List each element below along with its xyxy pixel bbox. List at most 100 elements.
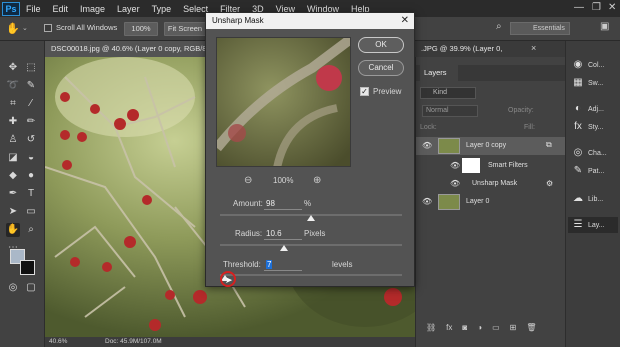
zoom-out-icon[interactable]: ⊖ bbox=[244, 175, 252, 186]
new-layer-icon[interactable]: ⊞ bbox=[510, 323, 517, 335]
fit-screen-button[interactable]: Fit Screen bbox=[164, 22, 206, 36]
background-color-swatch[interactable] bbox=[20, 260, 35, 275]
radius-slider-thumb[interactable] bbox=[279, 245, 288, 251]
tab-active-document[interactable]: DSC00018.jpg @ 40.6% (Layer 0 copy, RGB/… bbox=[45, 41, 205, 57]
marquee-tool-icon[interactable]: ⬚ bbox=[24, 61, 38, 75]
preview-checkbox[interactable]: ✓ bbox=[360, 87, 369, 96]
panel-channels[interactable]: ◎ Cha... bbox=[572, 145, 607, 161]
quick-mask-icon[interactable]: ◎ bbox=[6, 281, 20, 295]
cancel-button[interactable]: Cancel bbox=[358, 60, 404, 76]
layer-style-icon[interactable]: fx bbox=[446, 323, 452, 335]
eraser-tool-icon[interactable]: ◪ bbox=[6, 151, 20, 165]
link-layers-icon[interactable]: ⛓ bbox=[426, 323, 436, 335]
dialog-title: Unsharp Mask bbox=[212, 16, 264, 25]
amount-input[interactable]: 98 bbox=[264, 198, 302, 210]
type-tool-icon[interactable]: T bbox=[24, 187, 38, 201]
tab-other-document[interactable]: .JPG @ 39.9% (Layer 0, bbox=[415, 41, 540, 57]
menu-file[interactable]: File bbox=[20, 4, 47, 14]
visibility-eye-icon[interactable]: 👁 bbox=[422, 197, 432, 206]
panel-layers[interactable]: ☰ Lay... bbox=[568, 217, 618, 233]
panel-label: Lib... bbox=[588, 195, 604, 203]
scroll-all-windows-checkbox[interactable] bbox=[44, 24, 52, 32]
tab-layers[interactable]: Layers bbox=[420, 65, 458, 81]
color-icon: ◉ bbox=[573, 59, 583, 70]
layer-filter-kind[interactable]: Kind bbox=[420, 87, 476, 99]
menu-layer[interactable]: Layer bbox=[111, 4, 146, 14]
brush-tool-icon[interactable]: ✏ bbox=[24, 115, 38, 129]
layers-icon: ☰ bbox=[573, 219, 583, 230]
adjustment-layer-icon[interactable]: ◑ bbox=[477, 323, 482, 335]
fill-label: Fill: bbox=[524, 124, 535, 131]
panel-swatches[interactable]: ▦ Sw... bbox=[572, 75, 603, 91]
ok-button[interactable]: OK bbox=[358, 37, 404, 53]
workspace-switcher[interactable]: Essentials bbox=[510, 22, 570, 35]
preview-window[interactable] bbox=[216, 37, 351, 167]
close-icon[interactable]: ✕ bbox=[608, 2, 616, 13]
move-tool-icon[interactable]: ✥ bbox=[6, 61, 20, 75]
blur-tool-icon[interactable]: ◆ bbox=[6, 169, 20, 183]
mouse-pointer-icon: ➤ bbox=[225, 275, 233, 285]
layer-row-base[interactable]: 👁 Layer 0 bbox=[416, 193, 566, 211]
smart-filters-label: Smart Filters bbox=[488, 162, 528, 169]
dialog-title-bar: Unsharp Mask ✕ bbox=[206, 13, 414, 29]
panel-label: Cha... bbox=[588, 149, 607, 157]
radius-unit: Pixels bbox=[304, 229, 326, 238]
visibility-eye-icon[interactable]: 👁 bbox=[450, 179, 460, 188]
opacity-label: Opacity: bbox=[508, 107, 534, 114]
healing-brush-tool-icon[interactable]: ✚ bbox=[6, 115, 20, 129]
group-icon[interactable]: ▭ bbox=[492, 323, 500, 335]
restore-icon[interactable]: ❐ bbox=[592, 2, 601, 13]
path-select-tool-icon[interactable]: ➤ bbox=[6, 205, 20, 219]
paint-bucket-tool-icon[interactable]: ◒ bbox=[24, 151, 38, 165]
crop-tool-icon[interactable]: ⌗ bbox=[6, 97, 20, 111]
panel-color[interactable]: ◉ Col... bbox=[572, 57, 605, 73]
tab-close-icon[interactable]: × bbox=[531, 43, 536, 53]
menu-image[interactable]: Image bbox=[74, 4, 111, 14]
eyedropper-tool-icon[interactable]: ⁄ bbox=[24, 97, 38, 111]
menu-type[interactable]: Type bbox=[146, 4, 178, 14]
tool-preset-chevron-icon[interactable]: ⌄ bbox=[22, 24, 28, 32]
threshold-slider[interactable] bbox=[220, 274, 402, 276]
radius-slider[interactable] bbox=[220, 244, 402, 246]
dodge-tool-icon[interactable]: ● bbox=[24, 169, 38, 183]
layer-row-copy[interactable]: 👁 Layer 0 copy ⧉ bbox=[416, 137, 566, 155]
close-icon[interactable]: ✕ bbox=[401, 13, 409, 29]
panel-adjustments[interactable]: ◐ Adj... bbox=[572, 101, 604, 117]
visibility-eye-icon[interactable]: 👁 bbox=[422, 141, 432, 150]
panel-label: Sw... bbox=[588, 79, 604, 87]
screen-mode-icon[interactable]: ▢ bbox=[24, 281, 38, 295]
layer-name: Layer 0 copy bbox=[466, 142, 507, 149]
workspace-panel-icon[interactable]: ▣ bbox=[600, 21, 609, 32]
threshold-input[interactable]: 7 bbox=[264, 259, 302, 271]
panel-styles[interactable]: fx Sty... bbox=[572, 119, 603, 135]
layer-row-smart-filters[interactable]: 👁 Smart Filters bbox=[416, 157, 566, 175]
minimize-icon[interactable]: — bbox=[574, 2, 584, 13]
rectangle-tool-icon[interactable]: ▭ bbox=[24, 205, 38, 219]
delete-layer-icon[interactable]: 🗑 bbox=[526, 323, 536, 335]
blend-mode-select[interactable]: Normal bbox=[422, 105, 478, 117]
lasso-tool-icon[interactable]: ➰ bbox=[6, 79, 20, 93]
radius-input[interactable]: 10.6 bbox=[264, 228, 302, 240]
pen-tool-icon[interactable]: ✒ bbox=[6, 187, 20, 201]
status-zoom[interactable]: 40.6% bbox=[49, 337, 67, 347]
history-brush-tool-icon[interactable]: ↺ bbox=[24, 133, 38, 147]
amount-slider-thumb[interactable] bbox=[307, 215, 315, 221]
quick-select-tool-icon[interactable]: ✎ bbox=[24, 79, 38, 93]
add-mask-icon[interactable]: ◙ bbox=[462, 323, 467, 335]
panel-paths[interactable]: ✎ Pat... bbox=[572, 163, 605, 179]
clone-stamp-tool-icon[interactable]: ♙ bbox=[6, 133, 20, 147]
visibility-eye-icon[interactable]: 👁 bbox=[450, 161, 460, 170]
zoom-tool-icon[interactable]: ⌕ bbox=[24, 223, 38, 237]
zoom-in-icon[interactable]: ⊕ bbox=[313, 175, 321, 186]
panel-libraries[interactable]: ☁ Lib... bbox=[572, 191, 603, 207]
filter-options-icon[interactable]: ⚙ bbox=[546, 179, 553, 188]
zoom-100-button[interactable]: 100% bbox=[124, 22, 158, 36]
hand-tool-icon[interactable]: ✋ bbox=[6, 223, 20, 237]
adjustments-icon: ◐ bbox=[574, 103, 582, 114]
threshold-label: Threshold: bbox=[223, 260, 261, 269]
search-icon[interactable]: ⌕ bbox=[496, 21, 502, 32]
layer-row-unsharp-mask[interactable]: 👁 Unsharp Mask ⚙ bbox=[416, 175, 566, 193]
panel-label: Pat... bbox=[588, 167, 605, 175]
layer-thumbnail bbox=[438, 138, 460, 154]
menu-edit[interactable]: Edit bbox=[47, 4, 75, 14]
